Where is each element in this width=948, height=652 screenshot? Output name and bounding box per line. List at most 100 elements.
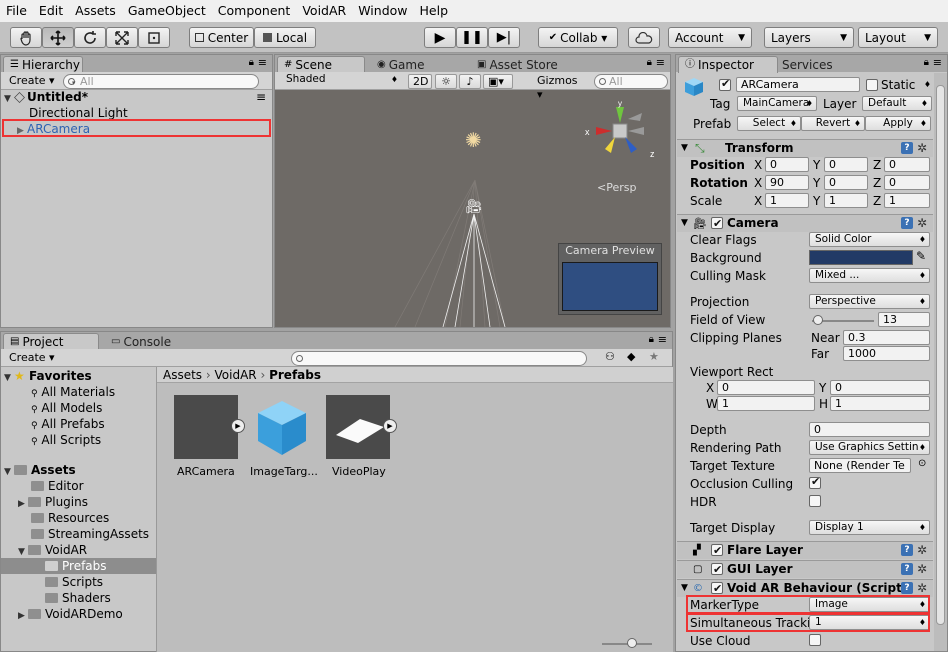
clear-flags-dropdown[interactable]: Solid Color (809, 232, 930, 247)
transform-header[interactable]: ▼ ⤡ Transform ? ✲ (677, 139, 933, 157)
scene-search-input[interactable]: All (594, 74, 668, 89)
persp-label[interactable]: <Persp (597, 181, 636, 194)
expand-arrow-icon[interactable]: ▶ (18, 496, 28, 512)
rendering-path-dropdown[interactable]: Use Graphics Settin (809, 440, 930, 455)
play-button[interactable]: ▶ (424, 27, 456, 48)
tag-dropdown[interactable]: MainCamera (737, 96, 817, 111)
folder-item[interactable]: StreamingAssets (31, 526, 149, 542)
expand-arrow-icon[interactable]: ▼ (681, 580, 688, 597)
gear-icon[interactable]: ✲ (917, 140, 927, 157)
folder-item[interactable]: ▶ VoidARDemo (18, 606, 123, 624)
shading-mode-dropdown[interactable]: Shaded (281, 73, 401, 88)
prefab-revert-button[interactable]: Revert (801, 116, 865, 131)
hierarchy-search-input[interactable]: ▾ All (63, 74, 259, 89)
tab-inspector[interactable]: ⓘ Inspector (678, 56, 778, 73)
tab-game[interactable]: ◉ Game (371, 56, 430, 73)
pivot-local-button[interactable]: Local (254, 27, 316, 48)
depth-field[interactable]: 0 (809, 422, 930, 437)
help-icon[interactable]: ? (901, 142, 913, 154)
tab-project[interactable]: ▤ Project (3, 333, 99, 350)
expand-arrow-icon[interactable]: ▶ (17, 123, 27, 139)
help-icon[interactable]: ? (901, 563, 913, 575)
project-create-button[interactable]: Create ▾ (5, 351, 59, 366)
folder-item-selected[interactable]: Prefabs (1, 558, 156, 574)
hierarchy-item-arcamera[interactable]: ▶ ARCamera (4, 121, 270, 139)
help-icon[interactable]: ? (901, 217, 913, 229)
expand-arrow-icon[interactable]: ▼ (681, 215, 688, 232)
menu-file[interactable]: File (0, 0, 33, 22)
inspector-scrollbar[interactable] (934, 73, 947, 651)
cube-prefab-icon[interactable] (250, 395, 314, 459)
static-checkbox[interactable] (866, 79, 878, 91)
zoom-slider-thumb[interactable] (627, 638, 637, 648)
camera-gizmo-icon[interactable]: 🎥︎ (465, 199, 483, 215)
projection-dropdown[interactable]: Perspective (809, 294, 930, 309)
pivot-center-button[interactable]: Center (189, 27, 254, 48)
rotation-y-field[interactable]: 0 (824, 175, 868, 190)
position-x-field[interactable]: 0 (765, 157, 809, 172)
target-texture-field[interactable]: None (Render Te (809, 458, 911, 473)
fov-slider-thumb[interactable] (813, 315, 823, 325)
expand-arrow-icon[interactable]: ▼ (4, 464, 14, 480)
static-dropdown[interactable] (918, 78, 934, 93)
breadcrumb-item[interactable]: Assets (163, 368, 202, 382)
folder-item[interactable]: Scripts (45, 574, 103, 590)
menu-help[interactable]: Help (414, 0, 455, 22)
near-field[interactable]: 0.3 (843, 330, 930, 345)
eyedropper-icon[interactable]: ✎ (916, 249, 926, 263)
asset-label[interactable]: ARCamera (177, 465, 235, 479)
culling-mask-dropdown[interactable]: Mixed ... (809, 268, 930, 283)
camera-header[interactable]: ▼ 🎥︎ Camera ? ✲ (677, 214, 933, 232)
scale-z-field[interactable]: 1 (884, 193, 930, 208)
scale-y-field[interactable]: 1 (824, 193, 868, 208)
hdr-checkbox[interactable] (809, 495, 821, 507)
hand-tool-button[interactable] (10, 27, 42, 48)
marker-type-dropdown[interactable]: Image (809, 597, 930, 612)
far-field[interactable]: 1000 (843, 346, 930, 361)
menu-voidar[interactable]: VoidAR (296, 0, 352, 22)
account-dropdown[interactable]: Account ▼ (668, 27, 752, 48)
viewport-w-field[interactable]: 1 (717, 396, 815, 411)
help-icon[interactable]: ? (901, 582, 913, 594)
lock-icon[interactable]: 🔒︎ (649, 334, 654, 345)
favorite-star-icon[interactable]: ★ (649, 350, 659, 363)
viewport-x-field[interactable]: 0 (717, 380, 815, 395)
fov-field[interactable]: 13 (878, 312, 930, 327)
asset-thumbnail-videoplay[interactable] (326, 395, 390, 459)
gear-icon[interactable]: ✲ (917, 561, 927, 578)
tab-hierarchy[interactable]: ☰ Hierarchy (3, 56, 83, 73)
occlusion-checkbox[interactable] (809, 475, 821, 489)
effects-dropdown[interactable]: ▣▾ (483, 74, 513, 89)
hierarchy-create-button[interactable]: Create ▾ (5, 74, 59, 89)
voidar-behaviour-header[interactable]: ▼ © Void AR Behaviour (Script) ? ✲ (677, 579, 933, 597)
gui-enabled-checkbox[interactable] (711, 561, 723, 578)
collab-dropdown[interactable]: ✔ Collab ▾ (538, 27, 618, 48)
layer-dropdown[interactable]: Default (862, 96, 932, 111)
object-picker-icon[interactable]: ⊙ (918, 458, 926, 469)
prefab-apply-button[interactable]: Apply (865, 116, 931, 131)
lock-icon[interactable]: 🔒︎ (647, 57, 652, 68)
simultaneous-tracking-dropdown[interactable]: 1 (809, 615, 930, 630)
expand-arrow-icon[interactable]: ▼ (681, 140, 688, 157)
target-display-dropdown[interactable]: Display 1 (809, 520, 930, 535)
asset-thumbnail-arcamera[interactable] (174, 395, 238, 459)
menu-gameobject[interactable]: GameObject (122, 0, 212, 22)
mode-2d-toggle[interactable]: 2D (408, 74, 432, 89)
asset-label[interactable]: VideoPlay (332, 465, 386, 479)
expand-arrow-icon[interactable]: ▶ (18, 608, 28, 624)
rotate-tool-button[interactable] (74, 27, 106, 48)
scale-x-field[interactable]: 1 (765, 193, 809, 208)
folder-item[interactable]: Resources (31, 510, 109, 526)
tab-console[interactable]: ▭ Console (105, 333, 177, 350)
filter-label-icon[interactable]: ◆ (627, 350, 635, 363)
viewport-y-field[interactable]: 0 (830, 380, 930, 395)
expand-arrow-icon[interactable]: ▼ (4, 370, 14, 386)
gui-layer-header[interactable]: ▢ GUI Layer ? ✲ (677, 560, 933, 578)
voidar-enabled-checkbox[interactable] (711, 580, 723, 597)
scrollbar-thumb[interactable] (936, 85, 945, 625)
layers-dropdown[interactable]: Layers ▼ (764, 27, 854, 48)
filter-type-icon[interactable]: ⚇ (605, 350, 615, 363)
background-color-swatch[interactable] (809, 250, 913, 265)
cloud-services-button[interactable] (628, 27, 660, 48)
tab-services[interactable]: Services (776, 56, 839, 73)
